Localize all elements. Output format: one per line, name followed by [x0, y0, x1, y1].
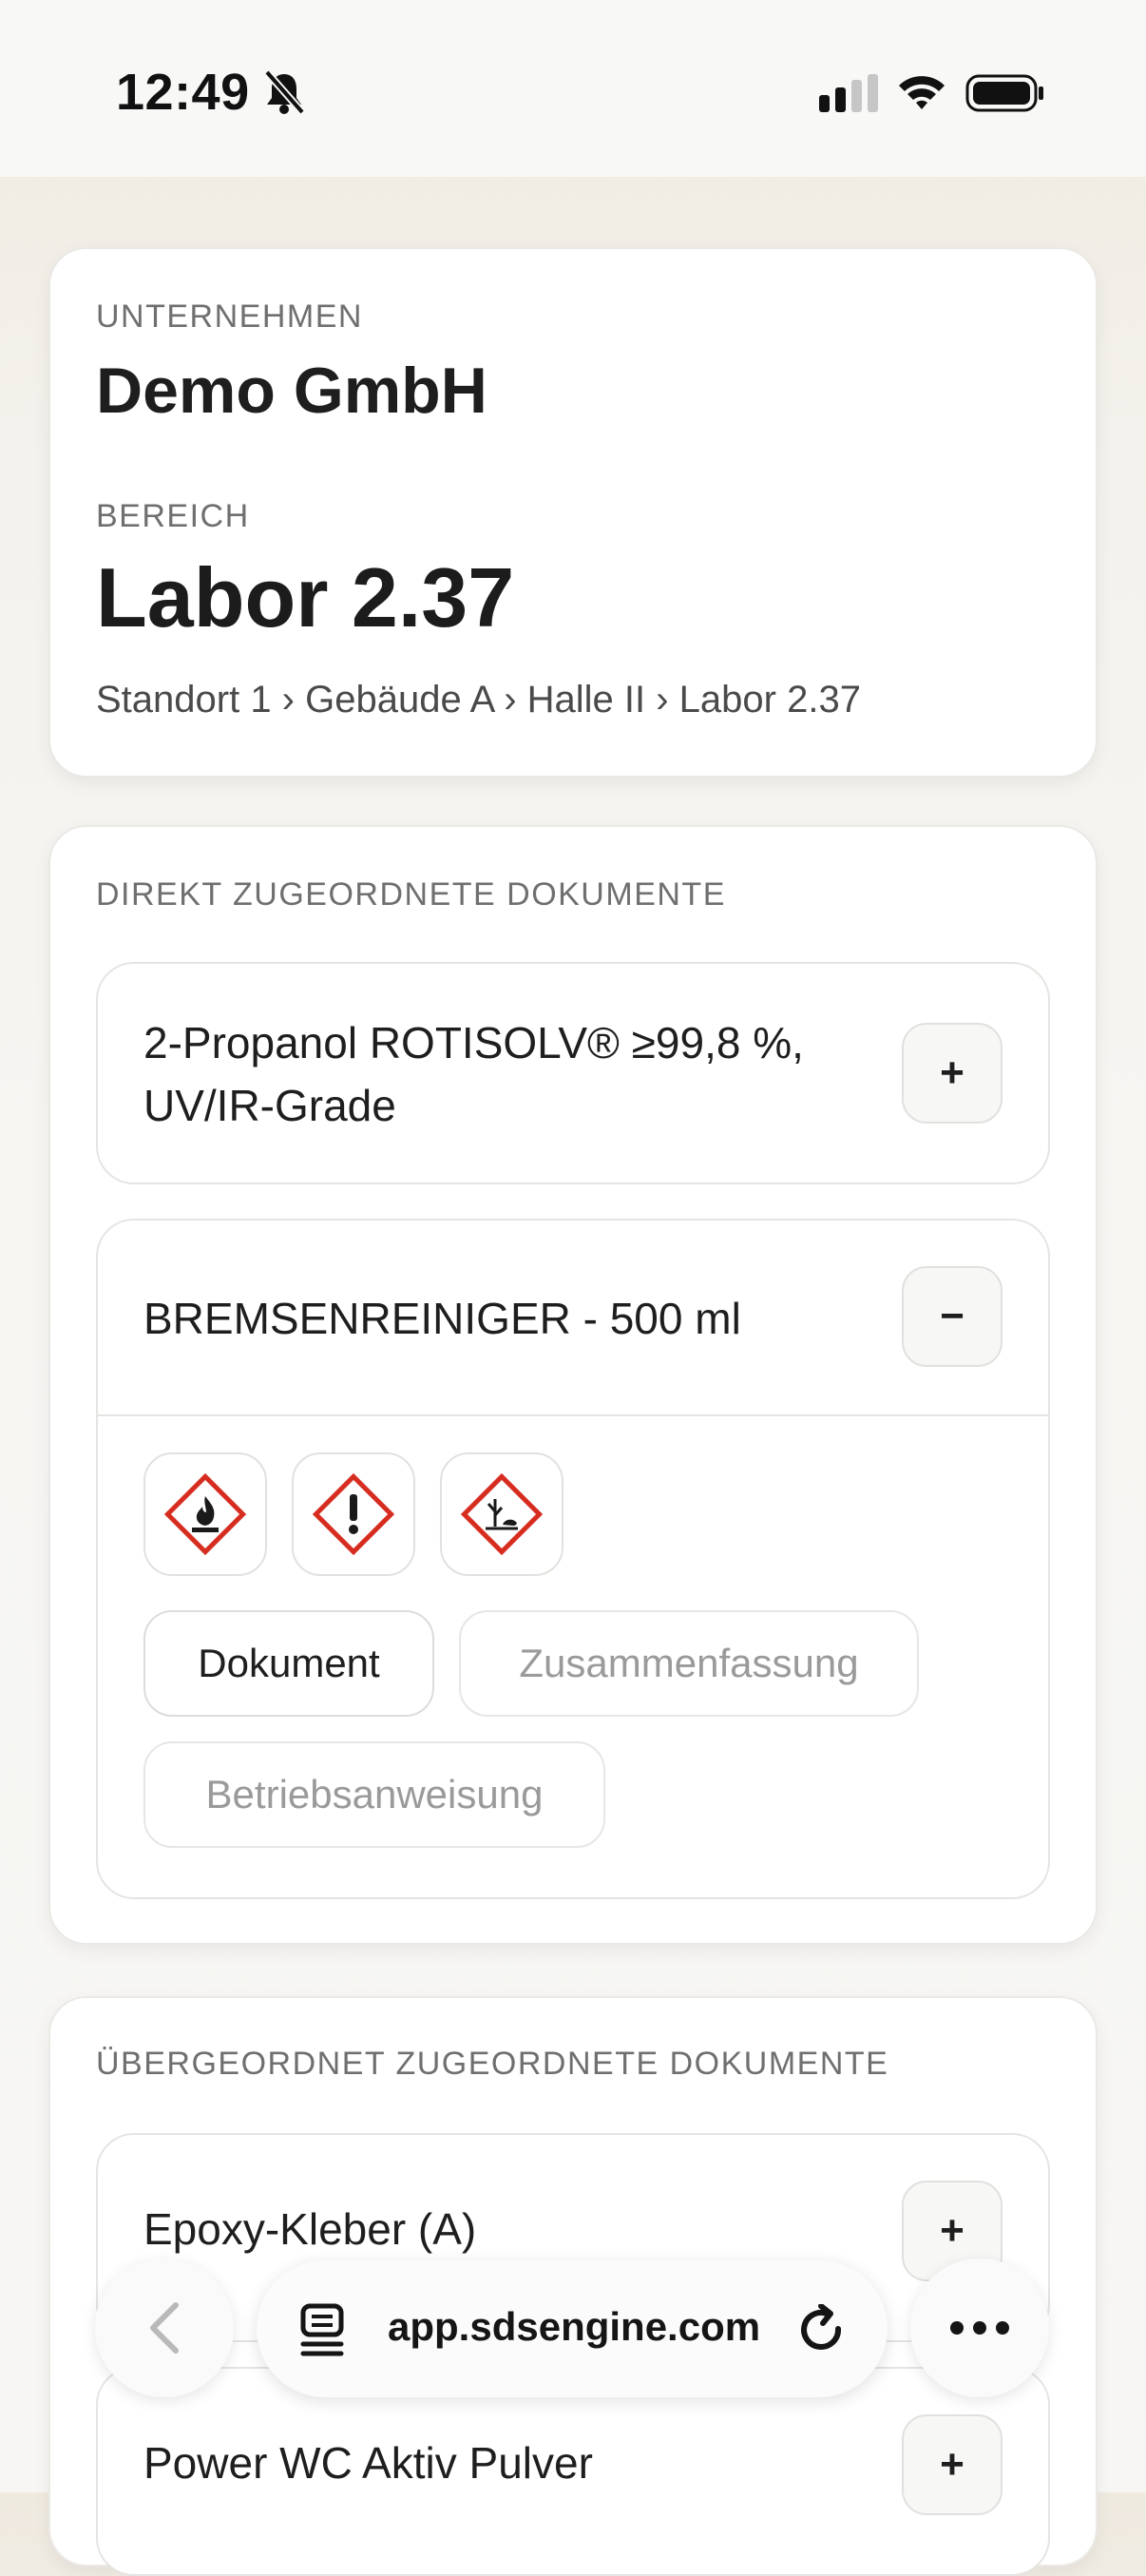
document-title: Power WC Aktiv Pulver — [143, 2438, 593, 2488]
document-item-expanded: BREMSENREINIGER - 500 ml − Dokument Zusa… — [96, 1219, 1050, 1899]
battery-icon — [965, 74, 1043, 112]
expand-button[interactable]: + — [902, 2414, 1003, 2515]
document-title: Epoxy-Kleber (A) — [143, 2204, 477, 2254]
tab-dokument[interactable]: Dokument — [143, 1610, 434, 1717]
url-text: app.sdsengine.com — [388, 2304, 761, 2349]
address-bar[interactable]: app.sdsengine.com — [257, 2260, 888, 2397]
parent-documents-heading: ÜBERGEORDNET ZUGEORDNETE DOKUMENTE — [96, 2046, 889, 2082]
collapse-button[interactable]: − — [902, 1266, 1003, 1367]
area-label: BEREICH — [96, 498, 250, 534]
wifi-icon — [899, 76, 945, 109]
status-time: 12:49 — [116, 64, 250, 121]
expand-button[interactable]: + — [902, 1023, 1003, 1124]
document-item[interactable]: 2-Propanol ROTISOLV® ≥99,8 %, UV/IR-Grad… — [96, 962, 1050, 1184]
cellular-signal-icon — [819, 74, 878, 112]
reload-icon[interactable] — [796, 2304, 848, 2355]
document-title: 2-Propanol ROTISOLV® ≥99,8 %, UV/IR-Grad… — [143, 1018, 804, 1130]
environment-pictogram-icon — [440, 1452, 563, 1576]
company-label: UNTERNEHMEN — [96, 298, 363, 335]
exclamation-pictogram-icon — [292, 1452, 415, 1576]
company-name: Demo GmbH — [96, 355, 487, 427]
status-bar: 12:49 — [0, 0, 1146, 177]
page-menu-icon — [300, 2303, 344, 2356]
document-title: BREMSENREINIGER - 500 ml — [143, 1294, 741, 1343]
document-item[interactable]: Power WC Aktiv Pulver + — [96, 2367, 1050, 2576]
more-dots-icon — [950, 2321, 1009, 2335]
item-divider — [98, 1414, 1048, 1416]
direct-documents-card: DIREKT ZUGEORDNETE DOKUMENTE 2-Propanol … — [48, 825, 1098, 1945]
breadcrumb: Standort 1 › Gebäude A › Halle II › Labo… — [96, 679, 861, 721]
direct-documents-heading: DIREKT ZUGEORDNETE DOKUMENTE — [96, 876, 726, 913]
bell-slash-icon — [263, 69, 306, 115]
tab-zusammenfassung[interactable]: Zusammenfassung — [459, 1610, 919, 1717]
area-name: Labor 2.37 — [96, 550, 515, 644]
browser-more-button[interactable] — [910, 2259, 1049, 2397]
chevron-left-icon — [150, 2302, 179, 2354]
company-card: UNTERNEHMEN Demo GmbH BEREICH Labor 2.37… — [48, 247, 1098, 778]
tab-betriebsanweisung[interactable]: Betriebsanweisung — [143, 1741, 605, 1848]
browser-back-button[interactable] — [95, 2259, 234, 2397]
flame-pictogram-icon — [143, 1452, 267, 1576]
